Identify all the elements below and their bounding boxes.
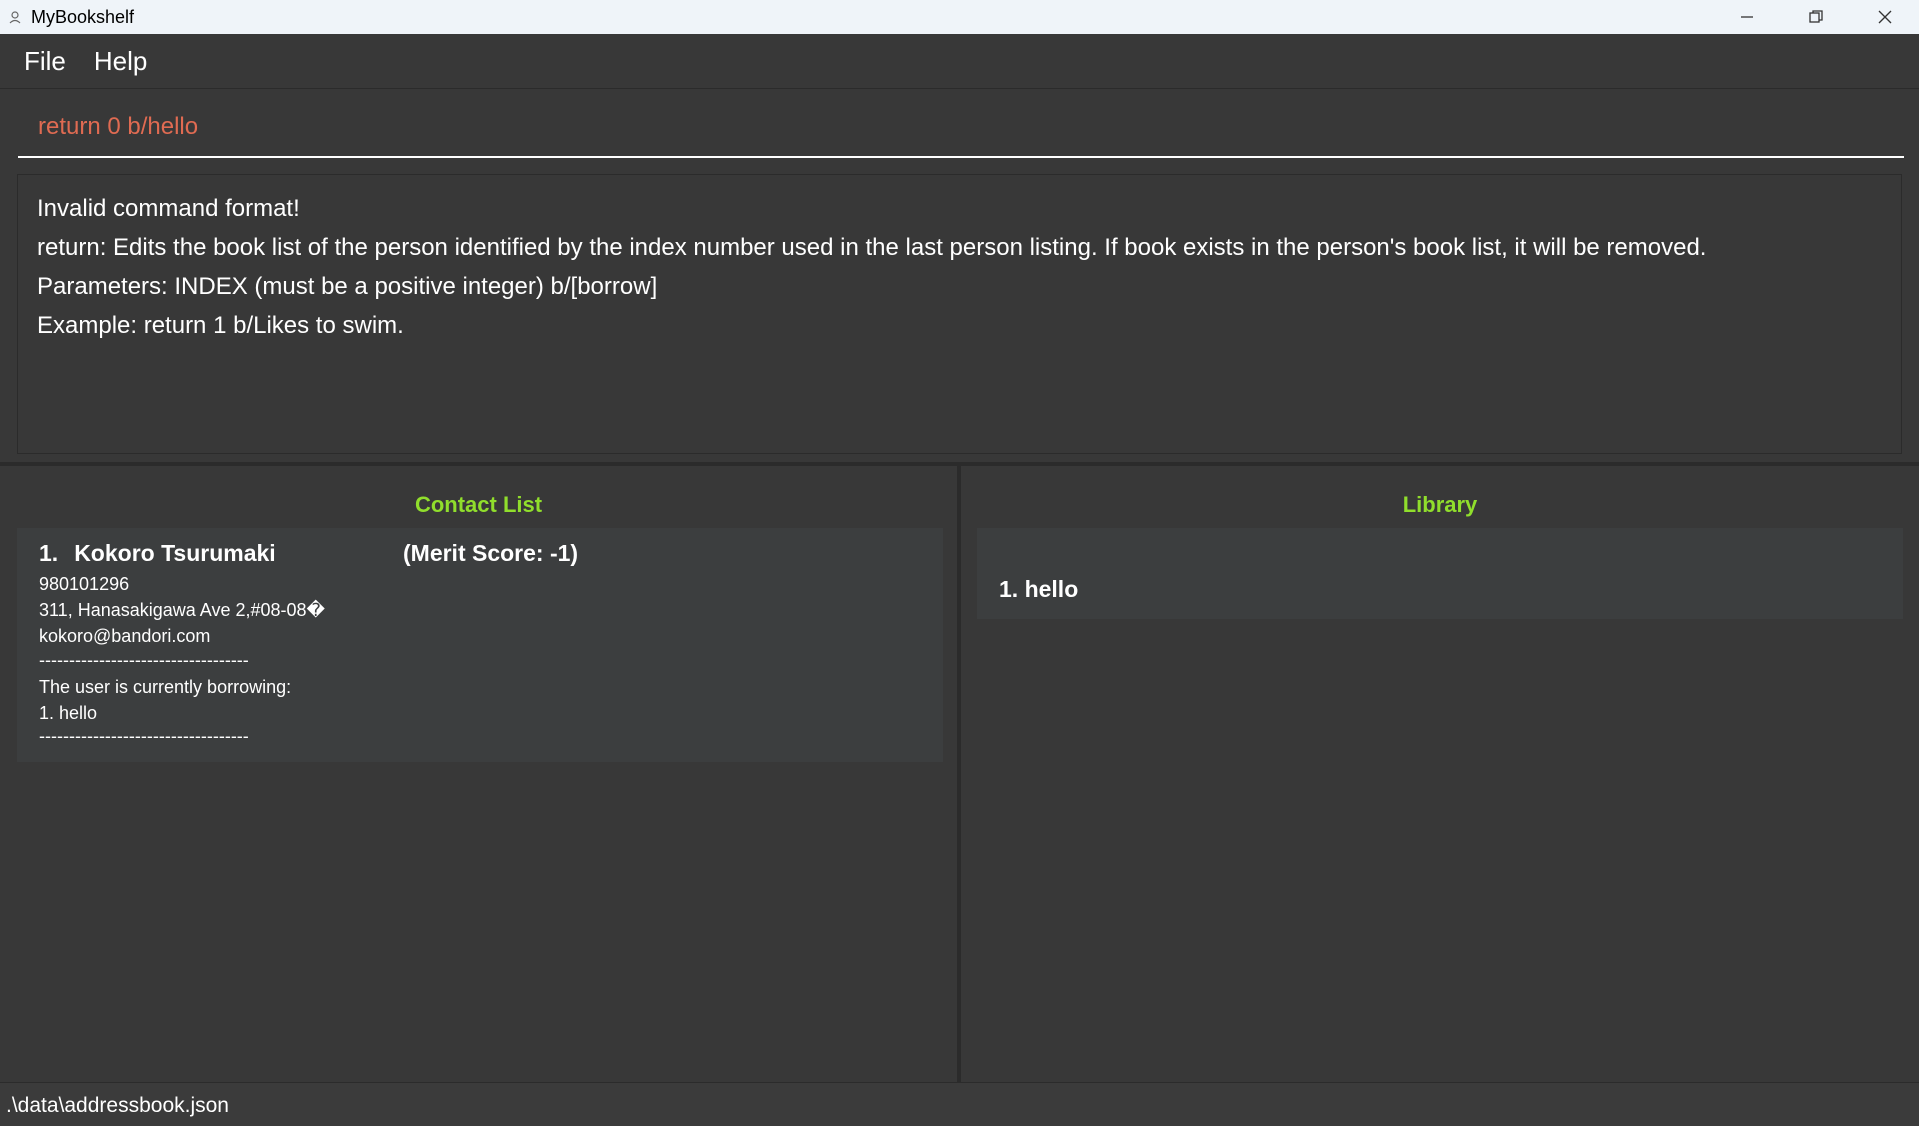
restore-button[interactable] [1781,0,1850,34]
person-email: kokoro@bandori.com [39,626,211,646]
result-line: Example: return 1 b/Likes to swim. [37,312,404,339]
app-person-icon [8,10,22,24]
borrowing-item: 1. hello [39,703,98,723]
close-button[interactable] [1850,0,1919,34]
command-input[interactable] [36,112,1880,142]
result-line: Parameters: INDEX (must be a positive in… [37,273,658,300]
contact-list-panel: Contact List 1. Kokoro Tsurumaki (Merit S… [0,466,957,1082]
library-card[interactable]: 1. hello [977,528,1903,619]
minimize-button[interactable] [1712,0,1781,34]
result-line: Invalid command format! [37,195,300,222]
window-controls [1712,0,1919,34]
person-address: 311, Hanasakigawa Ave 2,#08-08� [39,600,325,620]
menu-file[interactable]: File [10,40,80,83]
status-file-path: .\data\addressbook.json [6,1094,229,1117]
separator-line: ----------------------------------- [39,650,249,670]
status-bar: .\data\addressbook.json [0,1082,1919,1126]
title-bar: MyBookshelf [0,0,1919,34]
person-index: 1. [39,540,59,566]
result-display[interactable]: Invalid command format! return: Edits th… [17,174,1902,454]
result-line: return: Edits the book list of the perso… [37,234,1707,261]
library-title: Library [1402,492,1478,517]
command-box [18,96,1904,158]
window-title: MyBookshelf [31,6,135,27]
library-panel: Library 1. hello [961,466,1919,1082]
separator-line-end: ----------------------------------- [39,726,249,746]
minimize-icon [1740,16,1753,18]
contact-list-title: Contact List [414,492,543,517]
close-icon [1878,10,1891,24]
borrowing-label: The user is currently borrowing: [39,677,292,697]
merit-score: (Merit Score: -1) [403,540,579,566]
person-name-row: 1. Kokoro Tsurumaki [39,540,276,567]
menu-bar: File Help [0,34,1919,89]
person-name: Kokoro Tsurumaki [74,540,276,566]
app-window: MyBookshelf File Help return 0 b/hello I… [0,0,1919,1126]
menu-help[interactable]: Help [80,40,161,83]
person-phone: 980101296 [39,574,130,594]
restore-icon [1808,10,1823,23]
person-card[interactable]: 1. Kokoro Tsurumaki (Merit Score: -1) 980… [17,528,943,762]
library-item: 1. hello [999,576,1079,602]
